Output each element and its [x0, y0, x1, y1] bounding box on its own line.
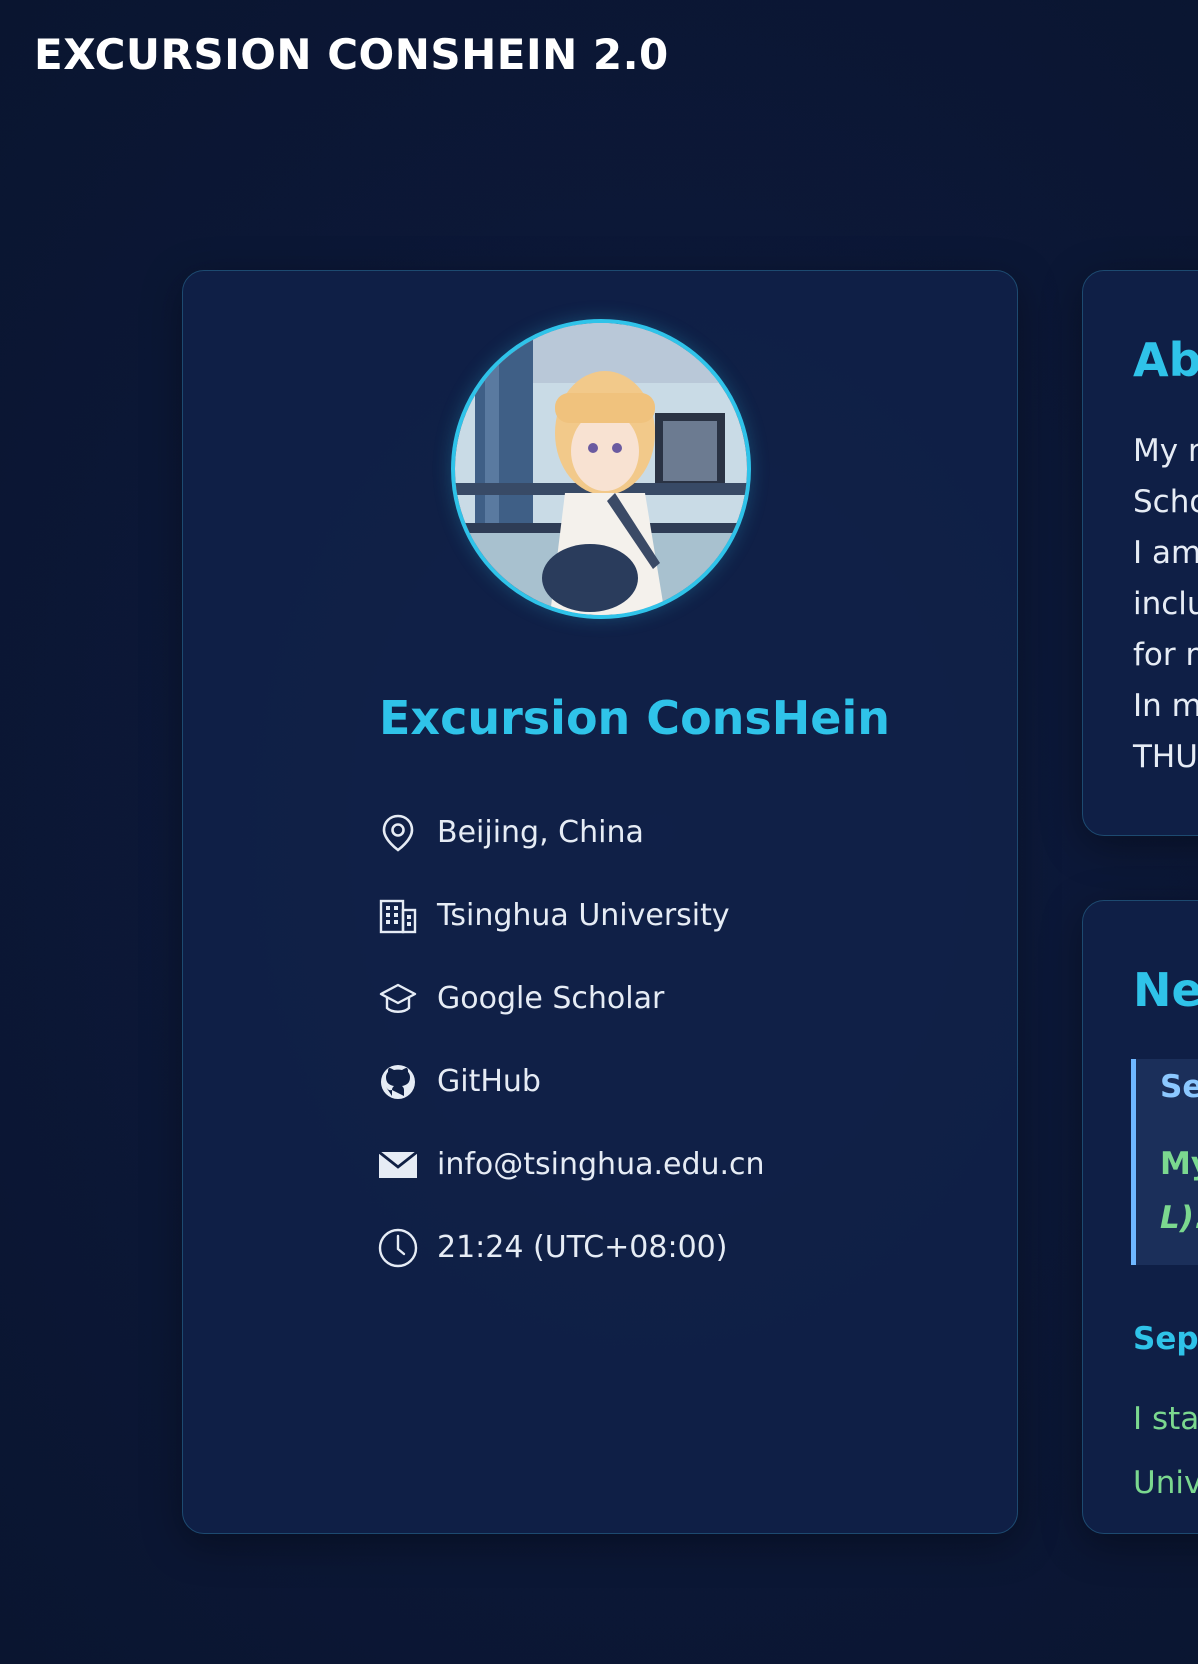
info-google-scholar[interactable]: Google Scholar: [377, 957, 765, 1040]
about-line: Scho: [1133, 484, 1198, 520]
github-icon: [377, 1061, 419, 1103]
about-line: THU.: [1133, 739, 1198, 775]
mail-icon: [377, 1144, 419, 1186]
news-item-date: Sep: [1133, 1321, 1198, 1357]
about-line: In my: [1133, 688, 1198, 724]
avatar-illustration: [455, 323, 747, 615]
news-card: Ne Se My L)! Sep I star Unive: [1082, 900, 1198, 1534]
site-title[interactable]: EXCURSION CONSHEIN 2.0: [34, 30, 669, 79]
avatar: [451, 319, 751, 619]
news-item-line: I star: [1133, 1401, 1198, 1437]
about-line: inclu: [1133, 586, 1198, 622]
about-text: My r Scho I am inclu for m In my THU.: [1133, 433, 1198, 790]
info-affiliation: Tsinghua University: [377, 874, 765, 957]
clock-icon: [377, 1227, 419, 1269]
news-highlight-line: L)!: [1160, 1200, 1198, 1236]
news-item-line: Unive: [1133, 1465, 1198, 1501]
profile-info-list: Beijing, China Tsinghua University Googl…: [377, 791, 765, 1289]
info-local-time: 21:24 (UTC+08:00): [377, 1206, 765, 1289]
about-title: Ab: [1133, 333, 1198, 387]
local-time-text: 21:24 (UTC+08:00): [437, 1230, 728, 1265]
github-link[interactable]: GitHub: [437, 1064, 541, 1099]
google-scholar-link[interactable]: Google Scholar: [437, 981, 664, 1016]
info-email[interactable]: info@tsinghua.edu.cn: [377, 1123, 765, 1206]
about-line: for m: [1133, 637, 1198, 673]
news-highlight-text: My L)!: [1160, 1137, 1198, 1245]
profile-card: Excursion ConsHein Beijing, China Tsingh…: [182, 270, 1018, 1534]
graduation-cap-icon: [377, 978, 419, 1020]
location-pin-icon: [377, 812, 419, 854]
about-line: My r: [1133, 433, 1198, 469]
profile-name: Excursion ConsHein: [379, 691, 891, 745]
news-highlight: Se My L)!: [1131, 1059, 1198, 1265]
location-text: Beijing, China: [437, 815, 644, 850]
news-item-text: I star Unive: [1133, 1387, 1198, 1515]
info-location: Beijing, China: [377, 791, 765, 874]
affiliation-text: Tsinghua University: [437, 898, 730, 933]
news-highlight-date: Se: [1160, 1069, 1198, 1105]
building-icon: [377, 895, 419, 937]
about-card: Ab My r Scho I am inclu for m In my THU.: [1082, 270, 1198, 836]
about-line: I am: [1133, 535, 1198, 571]
news-title: Ne: [1133, 963, 1198, 1017]
email-link[interactable]: info@tsinghua.edu.cn: [437, 1147, 765, 1182]
news-highlight-line: My: [1160, 1146, 1198, 1182]
info-github[interactable]: GitHub: [377, 1040, 765, 1123]
